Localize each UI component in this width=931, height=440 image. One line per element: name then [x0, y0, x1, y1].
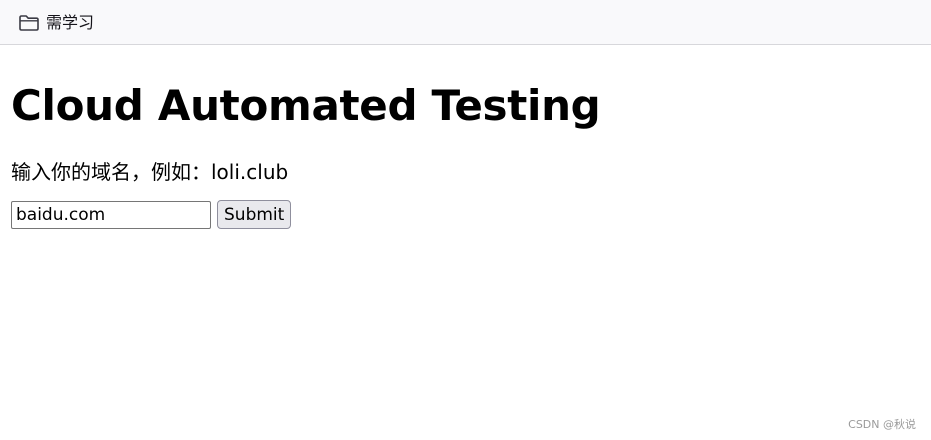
page-title: Cloud Automated Testing [11, 81, 601, 130]
bookmark-folder[interactable]: 需学习 [18, 11, 94, 35]
watermark: CSDN @秋说 [848, 418, 916, 431]
domain-form: Submit [11, 200, 931, 229]
domain-input[interactable] [11, 200, 211, 229]
folder-icon [19, 15, 39, 31]
bookmark-folder-label: 需学习 [46, 13, 95, 32]
page-content: Cloud Automated Testing 输入你的域名，例如：loli.c… [11, 46, 931, 229]
submit-button[interactable]: Submit [217, 200, 292, 229]
bookmarks-toolbar: 需学习 [0, 0, 931, 45]
domain-hint: 输入你的域名，例如：loli.club [11, 160, 289, 184]
